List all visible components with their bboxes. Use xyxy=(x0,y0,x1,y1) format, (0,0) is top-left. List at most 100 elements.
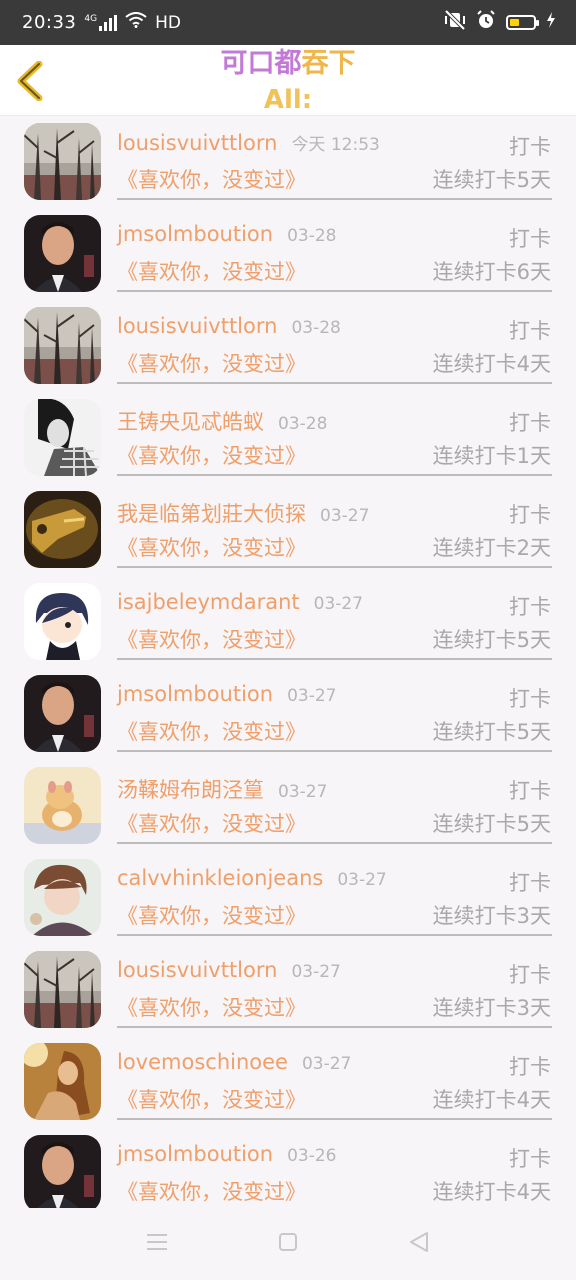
list-item[interactable]: 汤鞣姆布朗泾篁 03-27 打卡《喜欢你，没变过》 连续打卡5天 xyxy=(0,759,576,851)
divider xyxy=(117,198,552,200)
system-nav-bar xyxy=(0,1208,576,1280)
wifi-icon xyxy=(125,12,147,33)
avatar[interactable] xyxy=(24,859,101,936)
checkin-label: 打卡 xyxy=(509,779,551,803)
list-item[interactable]: isajbeleymdarant 03-27 打卡《喜欢你，没变过》 连续打卡5天 xyxy=(0,575,576,667)
checkin-label: 打卡 xyxy=(509,595,551,619)
list-item[interactable]: jmsolmboution 03-28 打卡 《喜欢你，没变过》 连续打卡6天 xyxy=(0,207,576,299)
hd-label: HD xyxy=(155,12,181,33)
home-icon[interactable] xyxy=(278,1232,298,1256)
list-item[interactable]: 我是临第划莊大侦探 03-27 打卡 《喜欢你，没变过》 连续打卡2天 xyxy=(0,483,576,575)
list-item[interactable]: lousisvuivttlorn 03-28 打卡《喜欢你，没变过》 连续打卡4天 xyxy=(0,299,576,391)
song-title[interactable]: 《喜欢你，没变过》 xyxy=(117,532,306,562)
streak-count: 连续打卡1天 xyxy=(432,444,551,468)
avatar[interactable] xyxy=(24,215,101,292)
checkin-list: lousisvuivttlorn 今天 12:53 打卡 《喜欢你，没变过》 连续打卡5… xyxy=(0,115,576,1219)
divider xyxy=(117,934,552,936)
streak-count: 连续打卡5天 xyxy=(432,720,551,744)
song-title[interactable]: 《喜欢你，没变过》 xyxy=(117,348,306,378)
username[interactable]: 我是临第划莊大侦探 03-27 xyxy=(117,498,369,528)
avatar[interactable] xyxy=(24,307,101,384)
checkin-label: 打卡 xyxy=(509,1055,551,1079)
checkin-label: 打卡 xyxy=(509,411,551,435)
checkin-label: 打卡 xyxy=(509,1147,551,1171)
list-item[interactable]: lovemoschinoee 03-27 打卡《喜欢你，没变过》 连续打卡4天 xyxy=(0,1035,576,1127)
checkin-date: 03-26 xyxy=(287,1146,337,1166)
status-bar: 20:33 4G HD xyxy=(0,0,576,45)
username[interactable]: lousisvuivttlorn 03-27 xyxy=(117,958,341,982)
avatar[interactable] xyxy=(24,583,101,660)
signal-icon: 4G xyxy=(84,13,118,31)
username[interactable]: lousisvuivttlorn 今天 12:53 xyxy=(117,130,380,155)
song-title[interactable]: 《喜欢你，没变过》 xyxy=(117,440,306,470)
checkin-label: 打卡 xyxy=(509,503,551,527)
checkin-date: 03-27 xyxy=(278,782,328,802)
avatar[interactable] xyxy=(24,1043,101,1120)
streak-count: 连续打卡3天 xyxy=(432,904,551,928)
checkin-label: 打卡 xyxy=(509,135,551,159)
username[interactable]: 王铸央见忒皓蚁 03-28 xyxy=(117,406,327,436)
checkin-label: 打卡 xyxy=(509,319,551,343)
streak-count: 连续打卡5天 xyxy=(432,168,551,192)
song-title[interactable]: 《喜欢你，没变过》 xyxy=(117,716,306,746)
list-item[interactable]: jmsolmboution 03-27 打卡 《喜欢你，没变过》 连续打卡5天 xyxy=(0,667,576,759)
battery-icon xyxy=(506,15,539,30)
streak-count: 连续打卡5天 xyxy=(432,812,551,836)
song-title[interactable]: 《喜欢你，没变过》 xyxy=(117,808,306,838)
streak-count: 连续打卡5天 xyxy=(432,628,551,652)
username[interactable]: lovemoschinoee 03-27 xyxy=(117,1050,351,1074)
checkin-date: 03-28 xyxy=(287,226,337,246)
checkin-date: 03-28 xyxy=(291,318,341,338)
network-type: 4G xyxy=(84,13,98,24)
app-header: 可口都吞下 All: xyxy=(0,45,576,116)
username[interactable]: lousisvuivttlorn 03-28 xyxy=(117,314,341,338)
username[interactable]: jmsolmboution 03-28 xyxy=(117,222,337,246)
username[interactable]: calvvhinkleionjeans 03-27 xyxy=(117,866,387,890)
streak-count: 连续打卡3天 xyxy=(432,996,551,1020)
triangle-back-icon[interactable] xyxy=(408,1231,430,1257)
song-title[interactable]: 《喜欢你，没变过》 xyxy=(117,164,306,194)
avatar[interactable] xyxy=(24,951,101,1028)
song-title[interactable]: 《喜欢你，没变过》 xyxy=(117,256,306,286)
divider xyxy=(117,1026,552,1028)
username[interactable]: isajbeleymdarant 03-27 xyxy=(117,590,363,614)
charging-icon xyxy=(546,12,556,33)
list-item[interactable]: lousisvuivttlorn 今天 12:53 打卡《喜欢你，没变过》 连续打卡5… xyxy=(0,115,576,207)
divider xyxy=(117,1118,552,1120)
list-item[interactable]: lousisvuivttlorn 03-27 打卡《喜欢你，没变过》 连续打卡3天 xyxy=(0,943,576,1035)
checkin-date: 03-27 xyxy=(301,1054,352,1074)
list-item[interactable]: 王铸央见忒皓蚁 03-28 打卡《喜欢你，没变过》 连续打卡1天 xyxy=(0,391,576,483)
divider xyxy=(117,566,552,568)
username[interactable]: 汤鞣姆布朗泾篁 03-27 xyxy=(117,774,327,804)
song-title[interactable]: 《喜欢你，没变过》 xyxy=(117,624,306,654)
avatar[interactable] xyxy=(24,675,101,752)
checkin-label: 打卡 xyxy=(509,963,551,987)
list-item[interactable]: jmsolmboution 03-26 打卡《喜欢你，没变过》 连续打卡4天 xyxy=(0,1127,576,1219)
avatar[interactable] xyxy=(24,767,101,844)
list-item[interactable]: calvvhinkleionjeans 03-27 打卡《喜欢你，没变过》 连续打卡3… xyxy=(0,851,576,943)
alarm-icon xyxy=(476,10,496,35)
divider xyxy=(117,750,552,752)
divider xyxy=(117,474,552,476)
song-title[interactable]: 《喜欢你，没变过》 xyxy=(117,1084,306,1114)
avatar[interactable] xyxy=(24,123,101,200)
checkin-date: 今天 12:53 xyxy=(291,135,380,155)
streak-count: 连续打卡4天 xyxy=(432,352,551,376)
divider xyxy=(117,842,552,844)
avatar[interactable] xyxy=(24,399,101,476)
filter-subtitle: All: xyxy=(263,85,313,115)
song-title[interactable]: 《喜欢你，没变过》 xyxy=(117,1176,306,1206)
avatar[interactable] xyxy=(24,491,101,568)
username[interactable]: jmsolmboution 03-26 xyxy=(117,1142,337,1166)
checkin-date: 03-28 xyxy=(278,414,328,434)
username[interactable]: jmsolmboution 03-27 xyxy=(117,682,337,706)
divider xyxy=(117,658,552,660)
menu-icon[interactable] xyxy=(146,1232,168,1256)
streak-count: 连续打卡4天 xyxy=(432,1180,551,1204)
song-title[interactable]: 《喜欢你，没变过》 xyxy=(117,992,306,1022)
streak-count: 连续打卡4天 xyxy=(432,1088,551,1112)
checkin-label: 打卡 xyxy=(509,871,551,895)
avatar[interactable] xyxy=(24,1135,101,1212)
page-title: 可口都吞下 xyxy=(220,48,356,79)
song-title[interactable]: 《喜欢你，没变过》 xyxy=(117,900,306,930)
